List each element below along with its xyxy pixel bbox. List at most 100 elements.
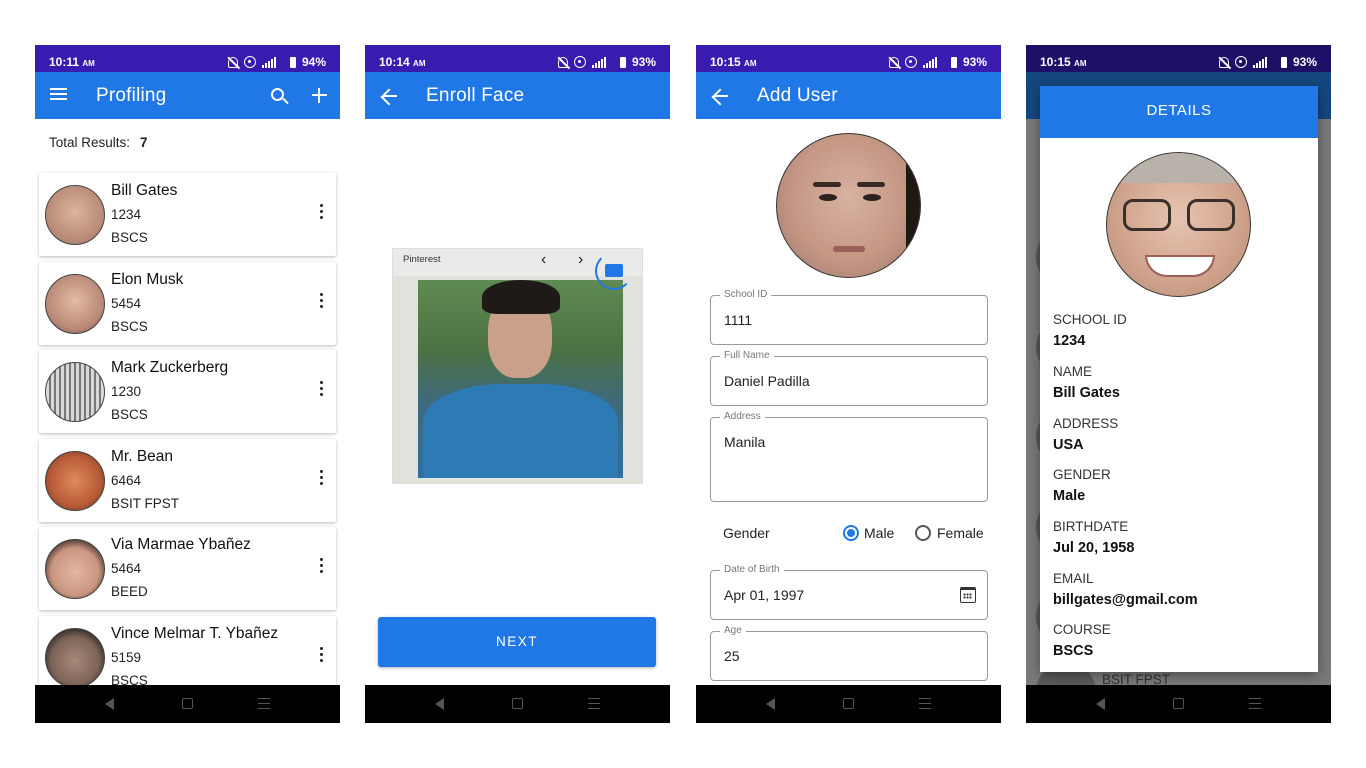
nav-back-icon[interactable] [766,698,775,710]
nav-back-icon[interactable] [105,698,114,710]
profile-id: 5159 [111,650,142,665]
photo-source-label: Pinterest [403,254,441,265]
profile-course: BSCS [111,407,148,422]
full-name-label: Full Name [720,350,774,361]
gender-male-radio[interactable] [843,525,859,541]
chevron-left-icon: ‹ [541,251,547,268]
gender-female-radio[interactable] [915,525,931,541]
signal-icon [1252,56,1275,68]
details-screen: 10:15 AM 93% BSIT FPST DETAILS SCHOOL ID… [1026,45,1331,723]
school-id-field[interactable]: School ID 1111 [710,289,988,345]
signal-icon [922,56,945,68]
profile-name: Mr. Bean [111,448,174,465]
avatar [45,539,105,599]
profile-card[interactable]: Mr. Bean 6464 BSIT FPST [39,439,336,522]
enroll-face-screen: 10:14 AM 93% Enroll Face Pinterest ‹ › N… [365,45,670,723]
back-arrow-icon[interactable] [710,85,732,107]
gender-label: Gender [723,525,770,541]
profile-id: 5454 [111,296,142,311]
date-of-birth-field[interactable]: Date of Birth Apr 01, 1997 [710,564,988,620]
switch-camera-icon[interactable] [593,250,639,296]
avatar [45,451,105,511]
profile-name: Vince Melmar T. Ybañez [111,625,279,642]
add-icon[interactable] [312,88,327,103]
details-dialog: DETAILS SCHOOL ID 1234 NAME Bill Gates A… [1040,86,1318,672]
status-bar: 10:11 AM 94% [35,45,340,72]
nav-recents-icon[interactable] [1249,698,1261,709]
gender-selector: Gender Male Female [710,523,990,547]
detail-value: BSCS [1053,643,1094,659]
school-id-value: 1111 [724,312,753,328]
dialog-title: DETAILS [1040,86,1318,138]
nav-home-icon[interactable] [512,698,523,709]
more-options-icon[interactable] [317,381,325,399]
nav-home-icon[interactable] [1173,698,1184,709]
full-name-field[interactable]: Full Name Daniel Padilla [710,350,988,406]
battery-level: 94% [301,55,326,69]
nav-recents-icon[interactable] [258,698,270,709]
menu-icon[interactable] [49,85,71,107]
nav-home-icon[interactable] [182,698,193,709]
profile-card[interactable]: Elon Musk 5454 BSCS [39,262,336,345]
status-time: 10:15 AM [710,55,757,69]
search-icon[interactable] [271,88,284,101]
battery-icon [950,56,957,68]
back-arrow-icon[interactable] [379,85,401,107]
more-options-icon[interactable] [317,558,325,576]
nav-home-icon[interactable] [843,698,854,709]
detail-key: BIRTHDATE [1053,519,1129,534]
date-of-birth-label: Date of Birth [720,564,784,575]
profile-name: Mark Zuckerberg [111,359,229,376]
nav-back-icon[interactable] [1096,698,1105,710]
detail-key: SCHOOL ID [1053,312,1127,327]
status-bar: 10:15 AM 93% [1026,45,1331,72]
user-face-photo [776,133,921,278]
nav-recents-icon[interactable] [919,698,931,709]
hotspot-icon [1234,56,1247,68]
next-button[interactable]: NEXT [378,617,656,667]
total-results: Total Results: 7 [49,135,148,150]
profile-card[interactable]: Bill Gates 1234 BSCS [39,173,336,256]
more-options-icon[interactable] [317,293,325,311]
system-nav-bar [35,685,340,723]
address-field[interactable]: Address Manila [710,411,988,502]
calendar-icon[interactable] [960,587,976,603]
status-bar: 10:14 AM 93% [365,45,670,72]
gender-female-label[interactable]: Female [937,525,984,541]
app-bar: Profiling [35,72,340,119]
avatar [45,185,105,245]
profiling-screen: 10:11 AM 94% Profiling Total Results: 7 B… [35,45,340,723]
profile-name: Via Marmae Ybañez [111,536,251,553]
more-options-icon[interactable] [317,204,325,222]
profile-id: 1234 [111,207,142,222]
profile-course: BSCS [111,230,148,245]
nav-back-icon[interactable] [435,698,444,710]
profile-id: 1230 [111,384,142,399]
add-user-screen: 10:15 AM 93% Add User School ID 1111 Ful… [696,45,1001,723]
status-bar: 10:15 AM 93% [696,45,1001,72]
avatar [45,628,105,688]
profile-id: 6464 [111,473,142,488]
detail-key: ADDRESS [1053,416,1119,431]
mute-icon [227,56,238,68]
school-id-label: School ID [720,289,772,300]
battery-level: 93% [1292,55,1317,69]
detail-value: 1234 [1053,333,1086,349]
date-of-birth-value: Apr 01, 1997 [724,587,805,603]
hotspot-icon [904,56,917,68]
profile-name: Bill Gates [111,182,178,199]
more-options-icon[interactable] [317,647,325,665]
profile-course: BSIT FPST [111,496,180,511]
battery-level: 93% [631,55,656,69]
nav-recents-icon[interactable] [588,698,600,709]
detail-key: GENDER [1053,467,1111,482]
app-bar: Enroll Face [365,72,670,119]
status-time: 10:11 AM [49,55,95,69]
detail-value: Male [1053,488,1086,504]
mute-icon [1218,56,1229,68]
profile-card[interactable]: Via Marmae Ybañez 5464 BEED [39,527,336,610]
profile-card[interactable]: Mark Zuckerberg 1230 BSCS [39,350,336,433]
gender-male-label[interactable]: Male [864,525,894,541]
more-options-icon[interactable] [317,470,325,488]
age-field[interactable]: Age 25 [710,625,988,681]
